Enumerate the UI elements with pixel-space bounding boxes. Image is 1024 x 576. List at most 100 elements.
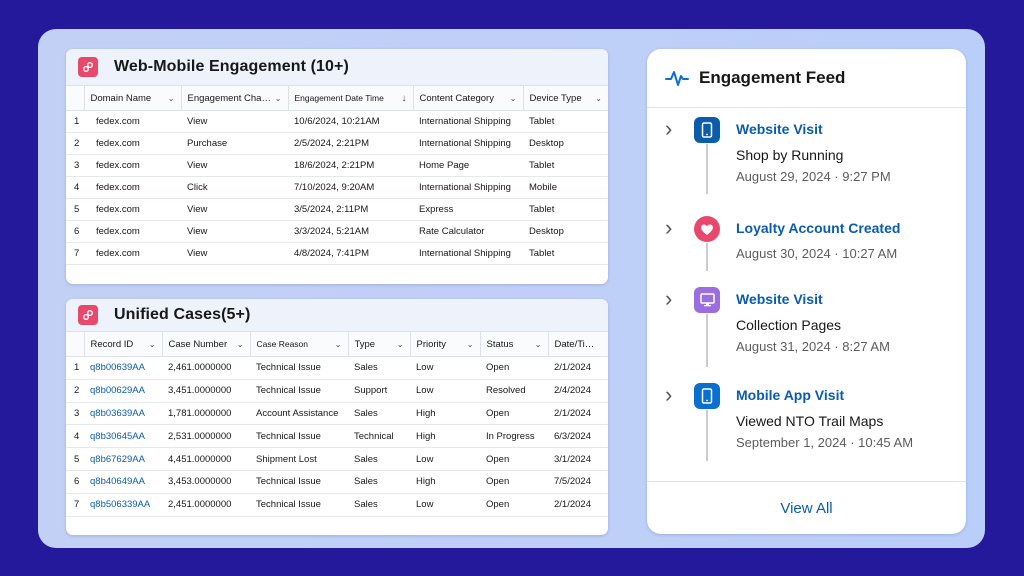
- card-header: Unified Cases(5+): [66, 299, 608, 331]
- record-id-link[interactable]: q8b30645AA: [84, 424, 162, 449]
- feed-item-title[interactable]: Mobile App Visit: [736, 387, 844, 403]
- table-row[interactable]: 7 q8b506339AA 2,451.0000000 Technical Issue…: [66, 493, 608, 517]
- column-header-engagement-date-time[interactable]: Engagement Date Time ↓: [288, 85, 414, 111]
- engagement-channel-cell: Click: [181, 176, 288, 199]
- content-category-cell: International Shipping: [413, 110, 523, 133]
- engagement-date-cell: 2/5/2024, 2:21PM: [288, 132, 413, 155]
- column-header-content-category[interactable]: Content Category ⌄: [413, 85, 524, 111]
- chevron-down-icon: ⌄: [595, 93, 602, 103]
- content-category-cell: Express: [413, 198, 523, 221]
- priority-cell: High: [410, 424, 480, 449]
- feed-item-title[interactable]: Website Visit: [736, 291, 823, 307]
- status-cell: Open: [480, 493, 548, 517]
- row-number: 6: [66, 220, 84, 243]
- mobile-icon: [694, 117, 720, 143]
- table-row[interactable]: 1 q8b00639AA 2,461.0000000 Technical Issue S…: [66, 356, 608, 380]
- feed-item-title[interactable]: Loyalty Account Created: [736, 220, 900, 236]
- device-type-cell: Mobile: [523, 176, 608, 199]
- timeline-connector: [706, 144, 708, 194]
- feed-item-date: August 31, 2024 · 8:27 AM: [736, 339, 890, 354]
- domain-name-cell: fedex.com: [84, 132, 181, 155]
- column-header-date-time[interactable]: Date/Time...: [548, 331, 608, 357]
- column-header-record-id[interactable]: Record ID ⌄: [84, 331, 163, 357]
- chevron-down-icon: ⌄: [167, 93, 175, 103]
- case-number-cell: 1,781.0000000: [162, 402, 250, 426]
- link-icon: [78, 305, 98, 325]
- table-row[interactable]: 6 q8b40649AA 3,453.0000000 Technical Issue S…: [66, 470, 608, 494]
- column-header-case-number[interactable]: Case Number ⌄: [162, 331, 251, 357]
- chevron-right-icon[interactable]: ›: [665, 118, 672, 140]
- priority-cell: Low: [410, 356, 480, 380]
- link-icon: [78, 57, 98, 77]
- feed-item-subtitle: Collection Pages: [736, 317, 842, 333]
- case-reason-cell: Shipment Lost: [250, 447, 348, 471]
- column-header-status[interactable]: Status ⌄: [480, 331, 549, 357]
- row-number: 4: [66, 176, 84, 199]
- table-row[interactable]: 2 q8b00629AA 3,451.0000000 Technical Issue S…: [66, 379, 608, 403]
- column-header-type[interactable]: Type ⌄: [348, 331, 411, 357]
- content-category-cell: International Shipping: [413, 132, 523, 155]
- card-title: Unified Cases(5+): [114, 306, 251, 323]
- record-id-link[interactable]: q8b03639AA: [84, 402, 162, 426]
- row-number: 2: [66, 379, 84, 403]
- record-id-link[interactable]: q8b00639AA: [84, 356, 162, 380]
- view-all-link[interactable]: View All: [647, 481, 966, 534]
- domain-name-cell: fedex.com: [84, 110, 181, 133]
- case-number-cell: 4,451.0000000: [162, 447, 250, 471]
- type-cell: Support: [348, 379, 410, 403]
- engagement-date-cell: 10/6/2024, 10:21AM: [288, 110, 413, 133]
- row-number: 3: [66, 154, 84, 177]
- table-row[interactable]: 3 fedex.com View 18/6/2024, 2:21PM Home Page…: [66, 154, 608, 177]
- record-id-link[interactable]: q8b506339AA: [84, 493, 162, 517]
- device-type-cell: Tablet: [523, 242, 608, 265]
- record-id-link[interactable]: q8b40649AA: [84, 470, 162, 494]
- priority-cell: Low: [410, 447, 480, 471]
- record-id-link[interactable]: q8b67629AA: [84, 447, 162, 471]
- type-cell: Sales: [348, 447, 410, 471]
- case-number-cell: 3,453.0000000: [162, 470, 250, 494]
- priority-cell: Low: [410, 379, 480, 403]
- column-header-device-type[interactable]: Device Type ⌄: [523, 85, 608, 111]
- feed-item-title[interactable]: Website Visit: [736, 121, 823, 137]
- row-number: 5: [66, 198, 84, 221]
- chevron-right-icon[interactable]: ›: [665, 384, 672, 406]
- column-header-priority[interactable]: Priority ⌄: [410, 331, 481, 357]
- status-cell: Open: [480, 470, 548, 494]
- column-header-domain-name[interactable]: Domain Name ⌄: [84, 85, 182, 111]
- table-row[interactable]: 7 fedex.com View 4/8/2024, 7:41PM Internatio…: [66, 242, 608, 265]
- table-row[interactable]: 4 q8b30645AA 2,531.0000000 Technical Issue T…: [66, 424, 608, 449]
- heart-icon: [694, 216, 720, 242]
- priority-cell: High: [410, 470, 480, 494]
- type-cell: Sales: [348, 470, 410, 494]
- chevron-down-icon: ⌄: [396, 339, 404, 349]
- date-time-cell: 3/1/2024: [548, 447, 608, 471]
- table-row[interactable]: 2 fedex.com Purchase 2/5/2024, 2:21PM Intern…: [66, 132, 608, 155]
- chevron-down-icon: ⌄: [236, 339, 244, 349]
- table-row[interactable]: 3 q8b03639AA 1,781.0000000 Account Assistan…: [66, 402, 608, 426]
- engagement-date-cell: 7/10/2024, 9:20AM: [288, 176, 413, 199]
- column-header-engagement-channel[interactable]: Engagement Chan... ⌄: [181, 85, 289, 111]
- row-number: 2: [66, 132, 84, 155]
- table-row[interactable]: 6 fedex.com View 3/3/2024, 5:21AM Rate Calcu…: [66, 220, 608, 243]
- table-row[interactable]: 4 fedex.com Click 7/10/2024, 9:20AM Internat…: [66, 176, 608, 199]
- type-cell: Technical: [348, 424, 410, 449]
- chevron-right-icon[interactable]: ›: [665, 288, 672, 310]
- engagement-channel-cell: Purchase: [181, 132, 288, 155]
- engagement-date-cell: 3/5/2024, 2:11PM: [288, 198, 413, 221]
- record-id-link[interactable]: q8b00629AA: [84, 379, 162, 403]
- date-time-cell: 7/5/2024: [548, 470, 608, 494]
- engagement-channel-cell: View: [181, 198, 288, 221]
- feed-item-date: September 1, 2024 · 10:45 AM: [736, 435, 914, 450]
- type-cell: Sales: [348, 493, 410, 517]
- feed-item-date: August 30, 2024 · 10:27 AM: [736, 246, 898, 261]
- chevron-right-icon[interactable]: ›: [665, 217, 672, 239]
- chevron-down-icon: ⌄: [534, 339, 542, 349]
- row-number: 7: [66, 493, 84, 517]
- domain-name-cell: fedex.com: [84, 220, 181, 243]
- column-header-case-reason[interactable]: Case Reason ⌄: [250, 331, 349, 357]
- table-row[interactable]: 1 fedex.com View 10/6/2024, 10:21AM Internat…: [66, 110, 608, 133]
- chevron-down-icon: ⌄: [274, 93, 282, 103]
- table-row[interactable]: 5 fedex.com View 3/5/2024, 2:11PM Express Tab…: [66, 198, 608, 221]
- table-row[interactable]: 5 q8b67629AA 4,451.0000000 Shipment Lost Sal…: [66, 447, 608, 471]
- row-number: 4: [66, 424, 84, 449]
